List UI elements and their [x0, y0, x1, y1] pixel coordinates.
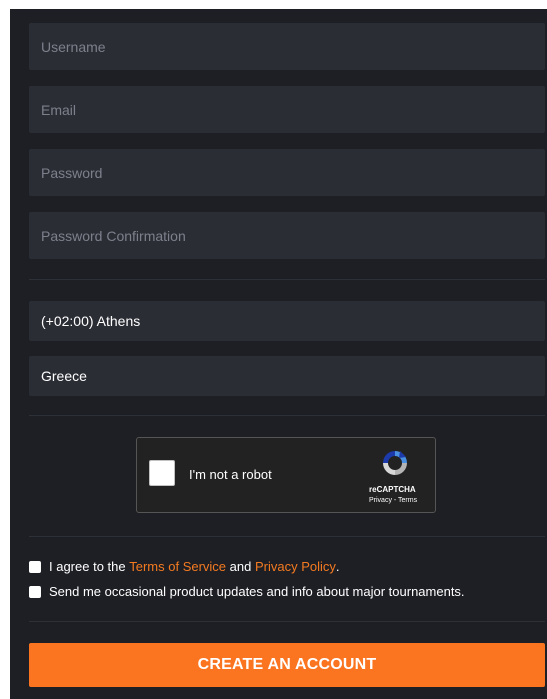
timezone-value: (+02:00) Athens: [41, 313, 141, 329]
terms-middle: and: [226, 559, 255, 574]
divider: [29, 279, 545, 280]
recaptcha-links[interactable]: Privacy - Terms: [369, 497, 417, 504]
updates-checkbox[interactable]: [29, 585, 41, 598]
email-input[interactable]: Email: [29, 86, 545, 133]
updates-label: Send me occasional product updates and i…: [49, 584, 465, 599]
terms-prefix: I agree to the: [49, 559, 130, 574]
terms-suffix: .: [335, 559, 340, 574]
password-confirmation-input[interactable]: Password Confirmation: [29, 212, 545, 259]
updates-agreement-row: Send me occasional product updates and i…: [29, 584, 465, 599]
recaptcha-checkbox[interactable]: [149, 460, 175, 486]
recaptcha-widget: I'm not a robot reCAPTCHA Privacy - Term…: [136, 437, 436, 513]
terms-agreement-row: I agree to the Terms of Service and Priv…: [29, 559, 340, 574]
username-input[interactable]: Username: [29, 23, 545, 70]
terms-checkbox[interactable]: [29, 560, 41, 573]
country-value: Greece: [41, 368, 87, 384]
timezone-select[interactable]: (+02:00) Athens: [29, 301, 545, 341]
password-placeholder: Password: [41, 164, 103, 181]
password-input[interactable]: Password: [29, 149, 545, 196]
recaptcha-brand: reCAPTCHA: [369, 485, 416, 494]
country-select[interactable]: Greece: [29, 356, 545, 396]
divider: [29, 415, 545, 416]
divider: [29, 621, 545, 622]
registration-panel: Username Email Password Password Confirm…: [10, 9, 547, 699]
password-confirmation-placeholder: Password Confirmation: [41, 227, 186, 244]
create-account-label: CREATE AN ACCOUNT: [197, 656, 377, 673]
create-account-button[interactable]: CREATE AN ACCOUNT: [29, 643, 545, 687]
recaptcha-logo-icon: [383, 451, 407, 475]
privacy-policy-link[interactable]: Privacy Policy: [255, 559, 336, 574]
divider: [29, 536, 545, 537]
recaptcha-label: I'm not a robot: [189, 467, 272, 482]
terms-of-service-link[interactable]: Terms of Service: [129, 559, 226, 574]
email-placeholder: Email: [41, 101, 77, 118]
username-placeholder: Username: [41, 38, 106, 55]
